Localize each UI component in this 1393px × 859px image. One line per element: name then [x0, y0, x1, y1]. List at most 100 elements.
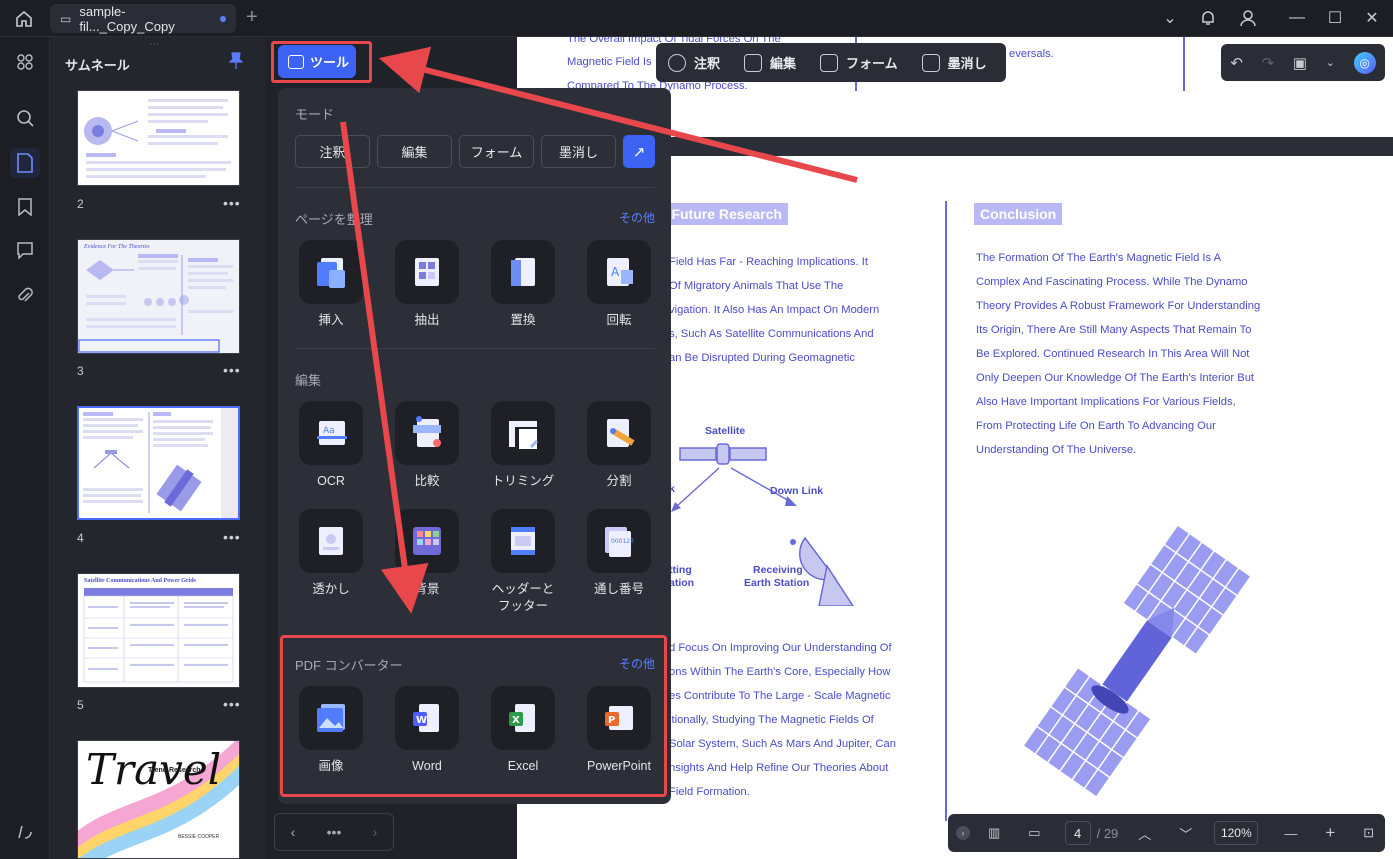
form-button[interactable]: フォーム	[459, 135, 534, 168]
doc-text: Magnetic Field Is	[567, 56, 652, 68]
redo-icon[interactable]: ↷	[1262, 54, 1275, 72]
page-layout-icon[interactable]: ▥	[988, 825, 1000, 841]
minimize-icon[interactable]: —	[1280, 5, 1314, 31]
edit-button[interactable]: 編集	[377, 135, 452, 168]
page-thumbnail-6[interactable]: Travel Trend Research BESSIE COOPER	[77, 740, 240, 859]
svg-text:000123: 000123	[611, 538, 634, 545]
drag-handle-icon[interactable]: ⋯	[149, 39, 159, 50]
redact-button[interactable]: 墨消し	[541, 135, 616, 168]
zoom-out-icon[interactable]: —	[1284, 826, 1297, 841]
page6-subtitle: Trend Research	[148, 767, 201, 774]
edit-mode-button[interactable]: 編集	[744, 53, 796, 72]
ocr-tool[interactable]: Aa	[299, 401, 363, 465]
grid-icon[interactable]	[10, 47, 40, 77]
doc-text: Theory Provides A Robust Framework For U…	[976, 300, 1261, 312]
page-thumbnail-2[interactable]	[77, 90, 240, 186]
pin-icon[interactable]	[228, 52, 247, 70]
insert-tool[interactable]	[299, 240, 363, 304]
page6-author: BESSIE COOPER	[178, 834, 220, 840]
doc-text: The Formation Of The Earth's Magnetic Fi…	[976, 252, 1222, 264]
prev-page-icon[interactable]: ︿	[1138, 824, 1151, 843]
user-icon[interactable]	[1231, 5, 1265, 31]
thumbnail-title: サムネール	[65, 58, 130, 73]
mode-section-title: モード	[295, 107, 335, 122]
redact-mode-button[interactable]: 墨消し	[921, 53, 987, 72]
extract-tool[interactable]	[395, 240, 459, 304]
doc-text: eversals.	[1009, 48, 1054, 60]
tool-label: 置換	[510, 313, 536, 327]
edit-icon	[744, 53, 763, 72]
chevron-down-icon[interactable]: ⌄	[1153, 5, 1187, 31]
diagram-label: Down Link	[770, 485, 824, 497]
search-icon[interactable]	[10, 103, 40, 133]
open-external-icon[interactable]: ↗	[623, 135, 655, 168]
presentation-icon[interactable]: ▭	[1028, 825, 1040, 841]
fit-page-icon[interactable]: ⊡	[1363, 825, 1374, 841]
bookmark-icon[interactable]	[10, 192, 40, 222]
chevron-right-icon[interactable]: ›	[373, 824, 378, 840]
page-more-icon[interactable]: •••	[223, 362, 241, 378]
undo-toolbar: ↶ ↷ ▣ ⌄ ◎	[1221, 44, 1385, 81]
close-icon[interactable]: ✕	[1355, 5, 1389, 31]
replace-tool[interactable]	[491, 240, 555, 304]
document-tab[interactable]: ▭ sample-fil..._Copy_Copy	[50, 4, 236, 34]
comment-icon[interactable]	[10, 235, 40, 265]
pages-more-link[interactable]: その他	[619, 209, 655, 226]
doc-text: s, Such As Satellite Communications And	[669, 328, 874, 340]
attachment-icon[interactable]	[10, 280, 40, 310]
compare-tool[interactable]	[395, 401, 459, 465]
thumbnail-icon[interactable]	[10, 148, 40, 178]
panel-nav: ‹ ••• ›	[274, 813, 394, 851]
next-page-icon[interactable]: ﹀	[1179, 824, 1192, 843]
ocr-icon: Aa	[317, 421, 347, 445]
page-number: 4	[77, 531, 84, 545]
ai-assistant-icon[interactable]: ◎	[1353, 51, 1376, 74]
mode-toolbar: 注釈 編集 フォーム 墨消し	[656, 43, 1006, 82]
annotate-mode-button[interactable]: 注釈	[668, 53, 720, 72]
page-more-icon[interactable]: •••	[223, 529, 241, 545]
bell-icon[interactable]	[1191, 5, 1225, 31]
page-total: / 29	[1096, 825, 1119, 841]
page-more-icon[interactable]: •••	[223, 195, 241, 211]
doc-text: Also Have Important Implications For Var…	[976, 396, 1236, 408]
tool-label: 比較	[414, 474, 440, 488]
doc-text: Field Formation.	[669, 786, 750, 798]
settings-icon[interactable]	[10, 817, 40, 847]
page-input[interactable]: 4	[1064, 821, 1091, 845]
thumbnail-panel: ⋯ サムネール 2 ••• Evidence For The Theories …	[51, 37, 266, 859]
doc-text: vigation. It Also Has An Impact On Moder…	[669, 304, 880, 316]
doc-text: an Be Disrupted During Geomagnetic	[669, 352, 855, 364]
page-number: 5	[77, 698, 84, 712]
maximize-icon[interactable]: ☐	[1318, 5, 1352, 31]
annotate-button[interactable]: 注釈	[295, 135, 370, 168]
background-tool[interactable]	[395, 509, 459, 573]
header-footer-tool[interactable]	[491, 509, 555, 573]
doc-text: itionally, Studying The Magnetic Fields …	[669, 714, 874, 726]
rotate-tool[interactable]: A	[587, 240, 651, 304]
more-icon[interactable]: •••	[327, 824, 342, 840]
collapse-icon[interactable]: ›	[956, 826, 970, 840]
chevron-left-icon[interactable]: ‹	[291, 824, 296, 840]
tool-label: 抽出	[414, 313, 440, 327]
zoom-level[interactable]: 120%	[1214, 821, 1259, 845]
save-icon[interactable]: ▣	[1293, 54, 1307, 72]
split-tool[interactable]	[587, 401, 651, 465]
undo-icon[interactable]: ↶	[1230, 54, 1243, 72]
page-thumbnail-4[interactable]	[77, 406, 240, 520]
bates-number-tool[interactable]: 000123	[587, 509, 651, 573]
new-tab-icon[interactable]: +	[246, 6, 258, 29]
watermark-tool[interactable]	[299, 509, 363, 573]
crop-tool[interactable]	[491, 401, 555, 465]
form-mode-button[interactable]: フォーム	[820, 53, 898, 72]
home-icon[interactable]	[10, 6, 38, 32]
doc-text: Its Origin, There Are Still Many Aspects…	[976, 324, 1252, 336]
doc-text: Only Deepen Our Knowledge Of The Earth's…	[976, 372, 1255, 384]
page-more-icon[interactable]: •••	[223, 696, 241, 712]
tool-label: ヘッダーと フッター	[491, 582, 555, 613]
chevron-down-icon[interactable]: ⌄	[1326, 56, 1335, 69]
page-thumbnail-3[interactable]: Evidence For The Theories	[77, 239, 240, 354]
zoom-in-icon[interactable]: +	[1325, 823, 1335, 843]
mode-label: 墨消し	[947, 56, 987, 71]
page-thumbnail-5[interactable]: Satellite Communications And Power Grids	[77, 573, 240, 688]
highlight-box	[280, 635, 667, 797]
